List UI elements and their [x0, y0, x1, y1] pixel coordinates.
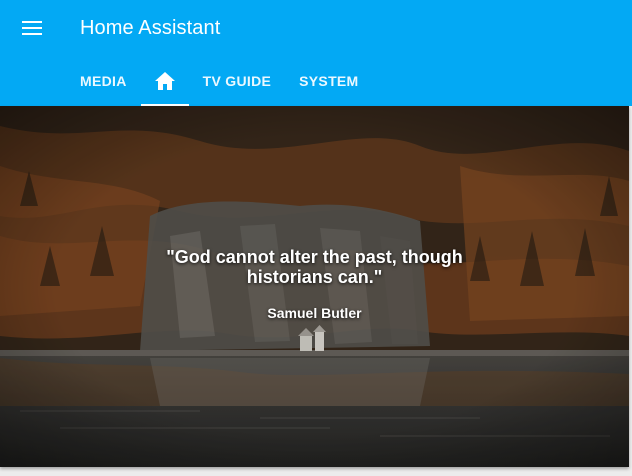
tab-media-label: MEDIA [80, 73, 127, 89]
app-title: Home Assistant [80, 17, 221, 39]
menu-button[interactable] [12, 8, 52, 48]
app-header: Home Assistant MEDIA TV GUIDE SYSTEM [0, 0, 632, 106]
tab-tv-guide-label: TV GUIDE [202, 73, 272, 89]
tab-tv-guide[interactable]: TV GUIDE [189, 56, 286, 106]
quote-author: Samuel Butler [267, 305, 362, 321]
quote-card: "God cannot alter the past, though histo… [0, 106, 629, 467]
quote-text: "God cannot alter the past, though histo… [166, 247, 463, 287]
menu-icon [22, 21, 42, 35]
home-icon [154, 72, 175, 90]
quote-block: "God cannot alter the past, though histo… [130, 247, 499, 321]
tab-home[interactable] [140, 56, 189, 106]
tab-media[interactable]: MEDIA [66, 56, 141, 106]
view-tabs: MEDIA TV GUIDE SYSTEM [66, 56, 373, 106]
top-toolbar: Home Assistant [0, 0, 632, 56]
tab-system-label: SYSTEM [299, 73, 359, 89]
tab-system[interactable]: SYSTEM [285, 56, 372, 106]
